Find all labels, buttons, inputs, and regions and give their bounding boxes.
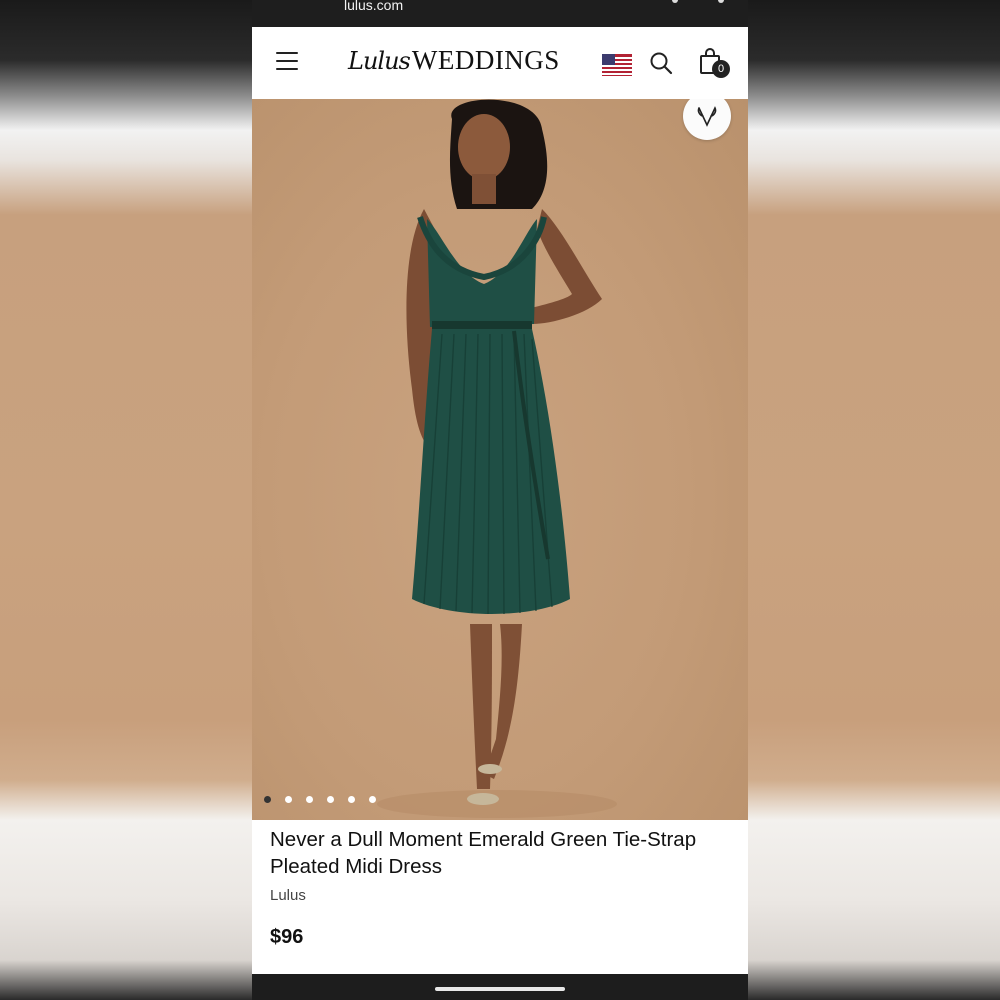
carousel-dot-4[interactable] bbox=[327, 796, 334, 803]
search-icon[interactable] bbox=[649, 51, 673, 75]
product-title[interactable]: Never a Dull Moment Emerald Green Tie-St… bbox=[270, 826, 720, 880]
home-indicator[interactable] bbox=[435, 987, 565, 991]
product-info: Never a Dull Moment Emerald Green Tie-St… bbox=[252, 820, 748, 974]
blurred-backdrop-right bbox=[748, 0, 1000, 1000]
carousel-dot-1[interactable] bbox=[264, 796, 271, 803]
carousel-dots bbox=[264, 796, 376, 803]
heart-v-icon bbox=[697, 106, 717, 127]
us-flag-icon[interactable] bbox=[602, 54, 632, 76]
product-brand[interactable]: Lulus bbox=[270, 887, 306, 904]
signal-icon bbox=[672, 0, 678, 3]
phone-screen: lulus.com Lulus WEDDINGS 0 Never a Dull … bbox=[252, 0, 748, 1000]
url-label: lulus.com bbox=[344, 0, 404, 13]
product-image[interactable] bbox=[252, 99, 748, 820]
battery-icon bbox=[718, 0, 724, 3]
lulus-weddings-logo[interactable]: Lulus WEDDINGS bbox=[348, 45, 560, 79]
carousel-dot-5[interactable] bbox=[348, 796, 355, 803]
logo-script-text: Lulus bbox=[348, 47, 411, 75]
carousel-dot-6[interactable] bbox=[369, 796, 376, 803]
site-header: Lulus WEDDINGS 0 bbox=[252, 27, 748, 99]
system-nav-area bbox=[252, 974, 748, 1000]
product-price: $96 bbox=[270, 926, 304, 948]
browser-status-bar: lulus.com bbox=[252, 0, 748, 27]
cart-count-badge[interactable]: 0 bbox=[712, 60, 730, 78]
model-photo bbox=[377, 99, 617, 818]
blurred-backdrop-left bbox=[0, 0, 252, 1000]
logo-weddings-text: WEDDINGS bbox=[411, 45, 560, 75]
carousel-dot-2[interactable] bbox=[285, 796, 292, 803]
carousel-dot-3[interactable] bbox=[306, 796, 313, 803]
menu-icon[interactable] bbox=[276, 52, 298, 70]
